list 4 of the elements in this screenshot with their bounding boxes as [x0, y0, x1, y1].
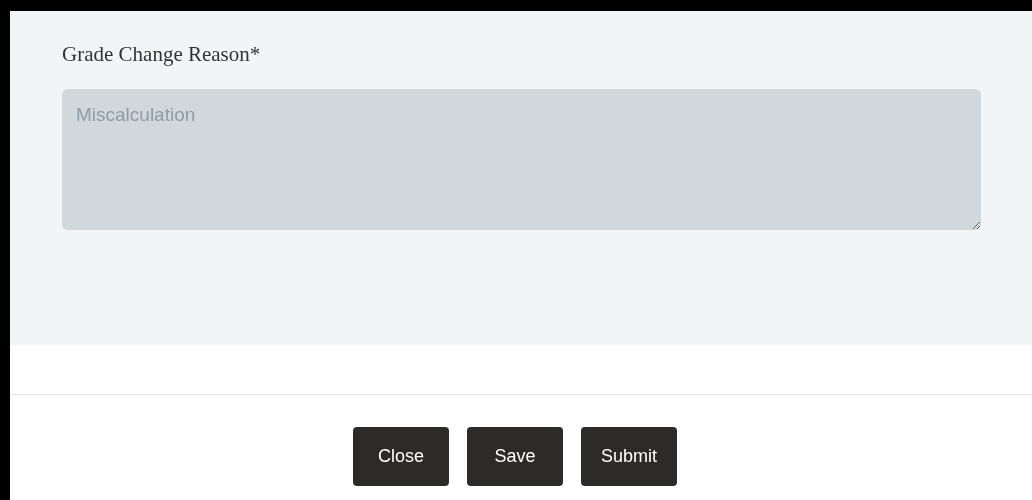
- action-button[interactable]: Close: [353, 427, 449, 486]
- action-button[interactable]: Save: [467, 427, 563, 486]
- field-label: Grade Change Reason*: [62, 41, 261, 68]
- action-button[interactable]: Submit: [581, 427, 677, 486]
